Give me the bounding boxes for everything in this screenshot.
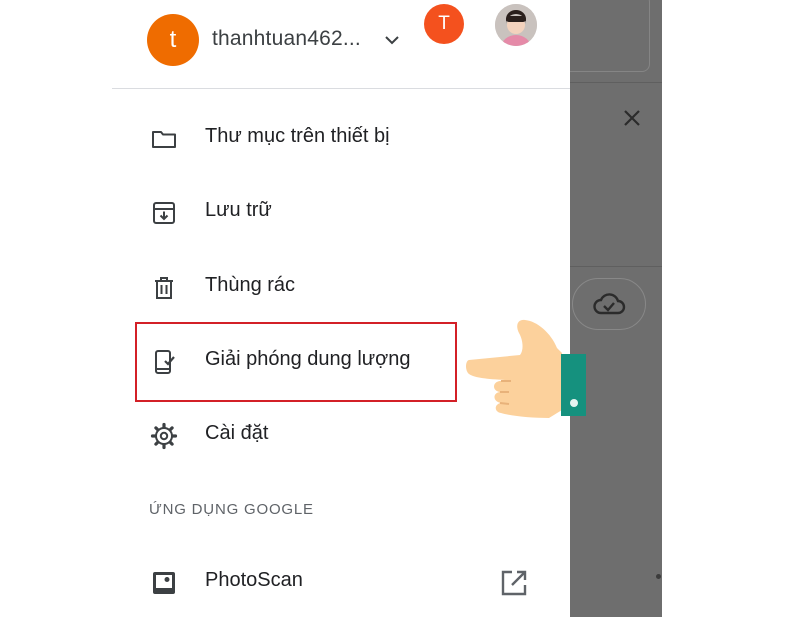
menu-item-device-folders[interactable]: Thư mục trên thiết bị [112,108,570,168]
phone-screen: t thanhtuan462... T Thư mục trên thiết b… [112,0,662,617]
cloud-done-icon [593,293,626,315]
switch-account-photo-avatar[interactable] [495,4,537,46]
menu-item-archive[interactable]: Lưu trữ [112,182,570,242]
background-dot [656,574,661,579]
menu-item-label: Lưu trữ [205,199,272,221]
open-external-icon[interactable] [498,567,530,599]
background-divider [570,82,662,83]
archive-icon [153,202,175,224]
switch-account-avatar[interactable]: T [424,4,464,44]
section-heading-google-apps: ỨNG DỤNG GOOGLE [149,501,314,518]
photoscan-icon [153,572,175,594]
pointing-hand-icon [466,319,586,418]
drawer-divider [112,88,570,89]
background-card [560,0,650,72]
navigation-drawer: t thanhtuan462... T Thư mục trên thiết b… [112,0,570,617]
highlight-box [135,322,457,402]
menu-item-label: Thư mục trên thiết bị [205,125,390,147]
menu-item-label: PhotoScan [205,569,303,591]
background-divider [570,266,662,267]
menu-item-trash[interactable]: Thùng rác [112,257,570,317]
gear-icon [150,422,178,450]
chevron-down-icon[interactable] [380,28,404,52]
account-header: t thanhtuan462... T [112,0,570,88]
close-icon [624,110,640,126]
menu-item-label: Cài đặt [205,422,269,444]
scrim-overlay[interactable] [560,0,662,617]
menu-item-label: Thùng rác [205,274,296,296]
profile-photo [495,4,537,46]
account-name[interactable]: thanhtuan462... [212,27,361,51]
folder-icon [152,131,176,148]
account-avatar[interactable]: t [147,14,199,66]
trash-icon [155,277,173,299]
